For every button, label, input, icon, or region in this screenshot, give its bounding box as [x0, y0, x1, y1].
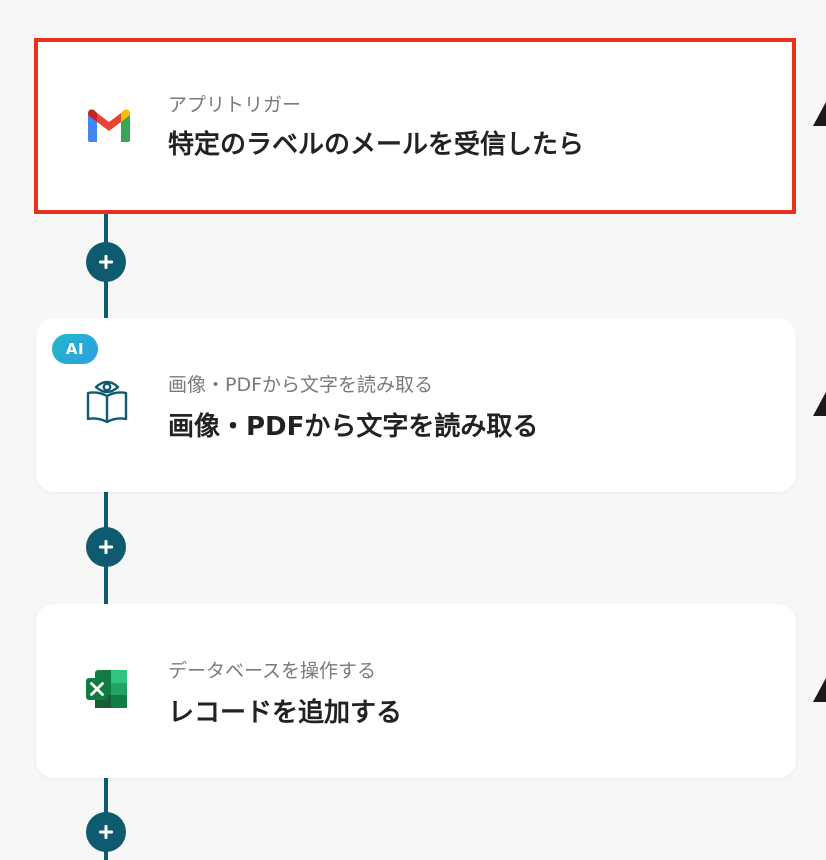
plus-icon	[99, 255, 113, 269]
warning-triangle-icon[interactable]	[812, 98, 826, 128]
add-step-button[interactable]	[86, 527, 126, 567]
warning-triangle-icon[interactable]	[812, 674, 826, 704]
step-title: 画像・PDFから文字を読み取る	[168, 412, 539, 442]
excel-icon	[86, 670, 127, 708]
ocr-book-eye-icon	[86, 380, 128, 424]
flow-step-card-database[interactable]: データベースを操作する レコードを追加する	[36, 604, 796, 778]
step-subtitle: アプリトリガー	[168, 94, 302, 116]
step-title: 特定のラベルのメールを受信したら	[168, 130, 585, 160]
step-title: レコードを追加する	[168, 698, 403, 728]
flow-step-card-ocr[interactable]: AI 画像・PDFから文字を読み取る 画像・PDFから文字を読み取る	[36, 318, 796, 492]
plus-icon	[99, 540, 113, 554]
flow-canvas: アプリトリガー 特定のラベルのメールを受信したら AI 画像・PDFから文字を読…	[0, 0, 826, 860]
warning-triangle-icon[interactable]	[812, 388, 826, 418]
gmail-icon	[88, 109, 130, 142]
add-step-button[interactable]	[86, 242, 126, 282]
plus-icon	[99, 825, 113, 839]
step-subtitle: 画像・PDFから文字を読み取る	[168, 374, 434, 396]
add-step-button[interactable]	[86, 812, 126, 852]
ai-badge: AI	[52, 334, 98, 364]
flow-step-card-trigger[interactable]: アプリトリガー 特定のラベルのメールを受信したら	[34, 38, 796, 214]
step-subtitle: データベースを操作する	[168, 660, 377, 682]
